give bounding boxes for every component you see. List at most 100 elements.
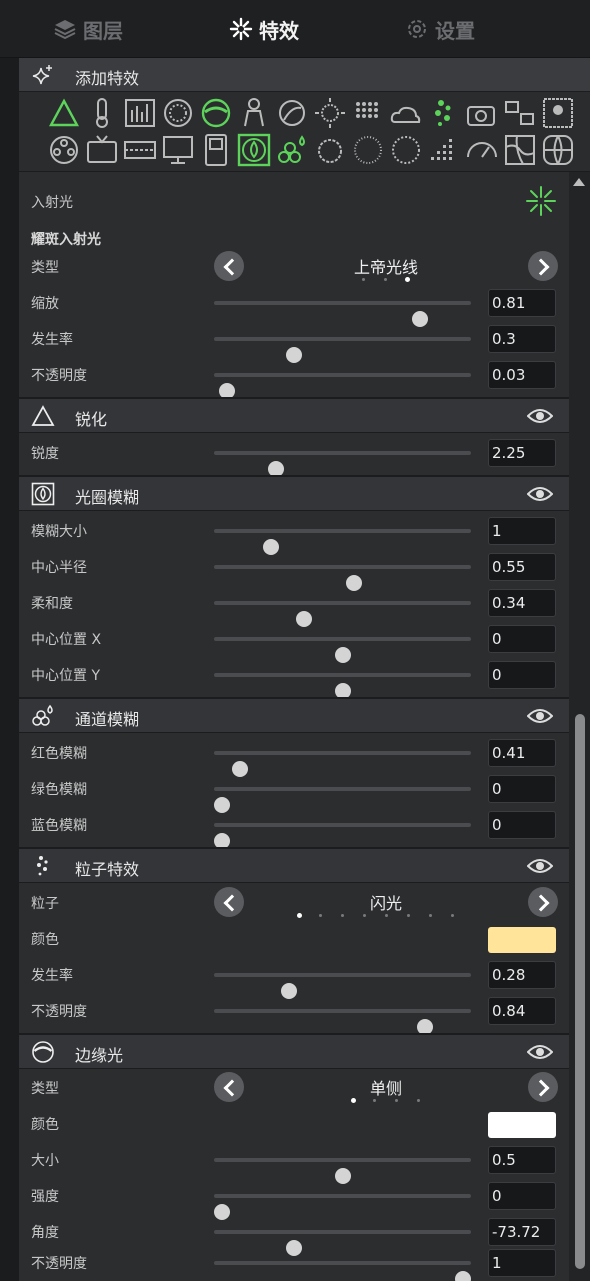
dot-grid-icon[interactable] [351,96,385,130]
monitor-icon[interactable] [161,133,195,167]
sharpen-section-header[interactable]: 锐化 [19,397,569,433]
edge-opacity-input[interactable]: 1 [488,1249,556,1277]
flare-scale-slider[interactable] [214,301,471,327]
particles-section-header[interactable]: 粒子特效 [19,847,569,883]
aperture-radius-slider[interactable] [214,565,471,591]
eye-icon[interactable] [527,1043,553,1061]
aperture-cx-slider[interactable] [214,637,471,663]
thermometer-icon[interactable] [85,96,119,130]
channel-green-slider[interactable] [213,787,471,813]
page-dot-active[interactable] [405,277,410,282]
pixel-fade-icon[interactable] [427,133,461,167]
channel-red-input[interactable]: 0.41 [488,739,556,767]
aperture-effect-icon[interactable] [237,133,271,167]
channel-red-slider[interactable] [214,751,471,777]
eye-icon[interactable] [527,485,553,503]
channel-blur-effect-icon[interactable] [275,133,309,167]
sharpen-effect-icon[interactable] [47,96,81,130]
sharpen-amount-input[interactable]: 2.25 [488,439,556,467]
film-reel-icon[interactable] [47,133,81,167]
weather-icon[interactable] [389,96,423,130]
sharpen-amount-slider[interactable] [214,451,471,477]
edge-strength-input[interactable]: 0 [488,1182,556,1210]
gameboy-icon[interactable] [199,133,233,167]
page-dot[interactable] [384,278,387,281]
starburst-icon[interactable] [525,185,557,217]
camera-flash-icon[interactable] [465,96,499,130]
dotted-circle-icon[interactable] [351,133,385,167]
flare-opacity-slider[interactable] [214,373,471,399]
map-icon[interactable] [503,133,537,167]
aperture-section-header[interactable]: 光圈模糊 [19,475,569,511]
page-dot[interactable] [363,914,366,917]
aperture-softness-input[interactable]: 0.34 [488,589,556,617]
edge-size-input[interactable]: 0.5 [488,1146,556,1174]
edge-angle-slider[interactable] [214,1230,471,1256]
video-swap-icon[interactable] [503,96,537,130]
edge-color-swatch[interactable] [488,1112,556,1138]
tv-icon[interactable] [85,133,119,167]
portrait-grid-icon[interactable] [541,96,575,130]
flare-opacity-input[interactable]: 0.03 [488,361,556,389]
aperture-radius-input[interactable]: 0.55 [488,553,556,581]
scrollbar-thumb[interactable] [575,714,585,1269]
edge-strength-slider[interactable] [213,1194,471,1220]
gauge-icon[interactable] [465,133,499,167]
figure-icon[interactable] [237,96,271,130]
ring-icon[interactable] [161,96,195,130]
tab-layers[interactable]: 图层 [0,0,176,58]
channel-blue-input[interactable]: 0 [488,811,556,839]
globe-grid-icon[interactable] [541,133,575,167]
particles-type-prev-button[interactable] [214,887,244,917]
slider-knob[interactable] [455,1271,472,1281]
aperture-size-slider[interactable] [214,529,471,555]
page-dot[interactable] [395,1099,398,1102]
sun-icon[interactable] [313,96,347,130]
flare-rate-input[interactable]: 0.3 [488,325,556,353]
page-dot[interactable] [417,1099,420,1102]
tab-settings[interactable]: 设置 [352,0,528,58]
edge-angle-input[interactable]: -73.72 [488,1218,556,1246]
page-dot-active[interactable] [351,1098,356,1103]
eye-icon[interactable] [527,857,553,875]
flare-type-prev-button[interactable] [214,251,244,281]
aperture-softness-slider[interactable] [214,601,471,627]
page-dot[interactable] [385,914,388,917]
particles-opacity-input[interactable]: 0.84 [488,997,556,1025]
particles-opacity-slider[interactable] [214,1009,471,1035]
edge-light-effect-icon[interactable] [199,96,233,130]
eye-icon[interactable] [527,707,553,725]
particles-color-swatch[interactable] [488,927,556,953]
channel-blue-slider[interactable] [213,823,471,849]
flare-scale-input[interactable]: 0.81 [488,289,556,317]
page-dot[interactable] [373,1099,376,1102]
add-effects-header[interactable]: 添加特效 [19,58,590,92]
edge-section-header[interactable]: 边缘光 [19,1033,569,1069]
channel-section-header[interactable]: 通道模糊 [19,697,569,733]
aperture-size-input[interactable]: 1 [488,517,556,545]
page-dot[interactable] [429,914,432,917]
flare-type-next-button[interactable] [528,251,558,281]
eye-icon[interactable] [527,407,553,425]
particles-type-next-button[interactable] [528,887,558,917]
page-dot[interactable] [341,914,344,917]
edge-opacity-slider[interactable] [214,1261,472,1281]
aperture-cy-slider[interactable] [214,673,471,699]
page-dot-active[interactable] [297,913,302,918]
aperture-cx-input[interactable]: 0 [488,625,556,653]
page-dot[interactable] [362,278,365,281]
page-dot[interactable] [319,914,322,917]
bubble-icon[interactable] [275,96,309,130]
edge-type-prev-button[interactable] [214,1072,244,1102]
aperture-cy-input[interactable]: 0 [488,661,556,689]
histogram-icon[interactable] [123,96,157,130]
channel-green-input[interactable]: 0 [488,775,556,803]
particles-effect-icon[interactable] [427,96,461,130]
edge-size-slider[interactable] [214,1158,471,1184]
page-dot[interactable] [407,914,410,917]
particles-rate-input[interactable]: 0.28 [488,961,556,989]
soft-circle-icon[interactable] [313,133,347,167]
scroll-up-arrow-icon[interactable] [573,178,585,186]
particles-rate-slider[interactable] [214,973,471,999]
filmstrip-icon[interactable] [123,133,157,167]
